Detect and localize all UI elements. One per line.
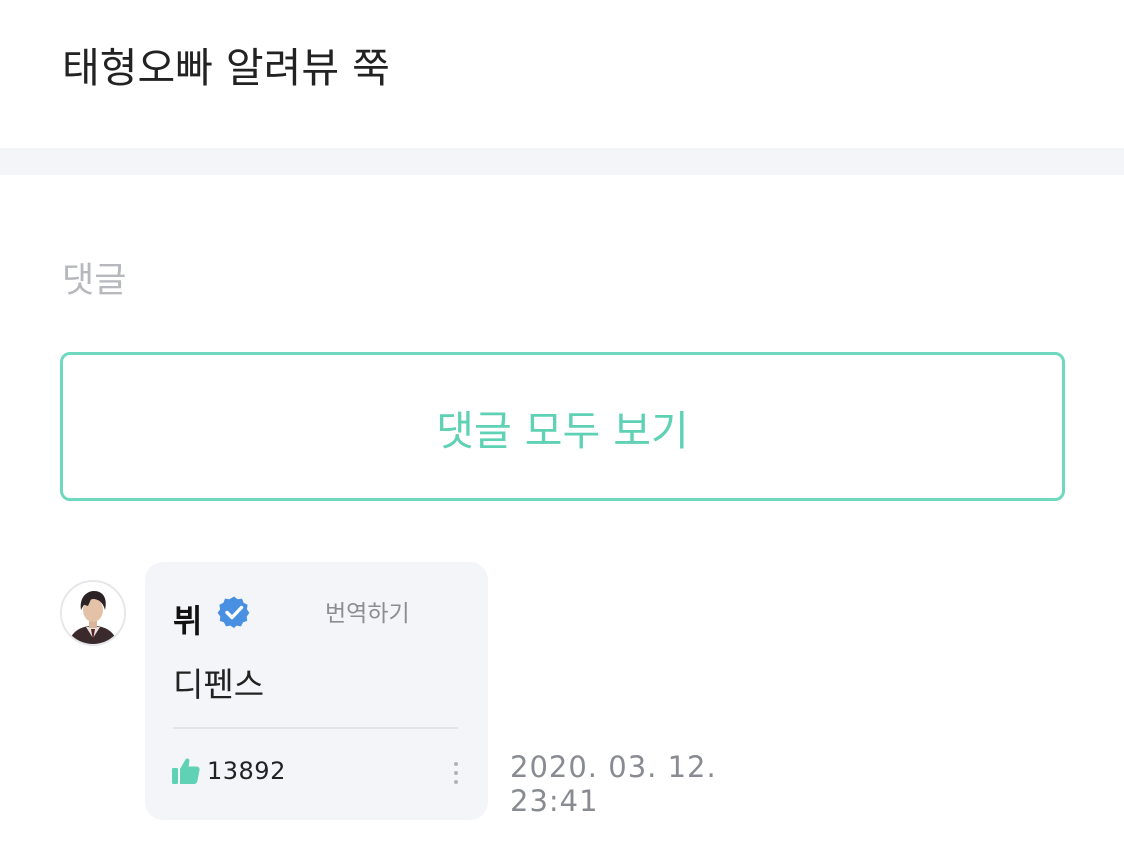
translate-button[interactable]: 번역하기 — [325, 594, 410, 628]
avatar-image — [62, 582, 124, 644]
thumbs-up-icon — [172, 758, 200, 784]
comment-timestamp: 2020. 03. 12. 23:41 — [510, 750, 717, 818]
comments-heading: 댓글 — [62, 261, 127, 301]
like-count: 13892 — [207, 757, 286, 785]
view-all-comments-label: 댓글 모두 보기 — [436, 406, 689, 455]
comment-divider — [173, 727, 458, 729]
section-divider — [0, 148, 1124, 175]
view-all-comments-button[interactable]: 댓글 모두 보기 — [60, 352, 1065, 501]
comment-text: 디펜스 — [173, 665, 265, 704]
avatar[interactable] — [60, 580, 126, 646]
comment-bubble: 뷔 번역하기 디펜스 13892 — [145, 562, 488, 820]
comment-date: 2020. 03. 12. — [510, 750, 717, 784]
vertical-ellipsis-icon[interactable] — [445, 760, 467, 790]
comment-time: 23:41 — [510, 784, 599, 818]
post-title: 태형오빠 알려뷰 쭉 — [62, 44, 390, 92]
verified-badge-icon — [217, 596, 250, 628]
comment-author[interactable]: 뷔 — [173, 596, 202, 642]
like-button[interactable]: 13892 — [171, 755, 286, 787]
